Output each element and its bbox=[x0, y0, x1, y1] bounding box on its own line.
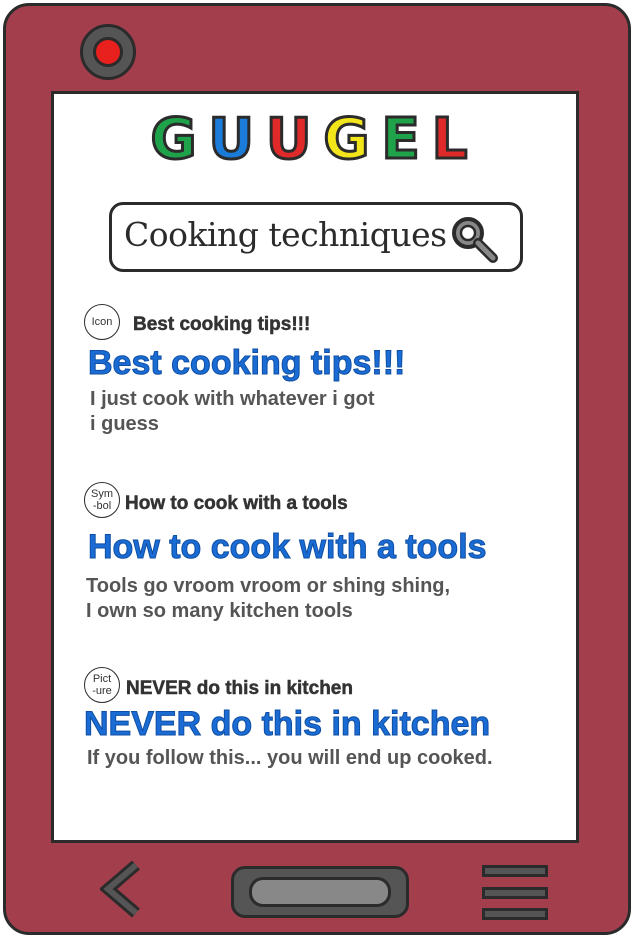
result-title-link[interactable]: NEVER do this in kitchen bbox=[83, 705, 490, 744]
camera-icon bbox=[80, 24, 136, 80]
result-favicon: Pict -ure bbox=[84, 667, 120, 703]
result-description-line: Tools go vroom vroom or shing shing, bbox=[86, 575, 451, 597]
logo-letter: L bbox=[430, 107, 480, 172]
search-input[interactable]: Cooking techniques bbox=[109, 202, 523, 272]
logo-letter: G bbox=[322, 107, 382, 172]
home-button-inner bbox=[249, 877, 391, 907]
result-title-link[interactable]: Best cooking tips!!! bbox=[87, 344, 405, 383]
result-site-name[interactable]: How to cook with a tools bbox=[125, 493, 348, 515]
menu-bar bbox=[482, 908, 548, 920]
menu-icon[interactable] bbox=[482, 865, 548, 921]
result-description: If you follow this... you will end up co… bbox=[87, 746, 493, 771]
logo-letter: U bbox=[207, 107, 267, 172]
browser-screen: GUUGEL Cooking techniques Icon Best cook… bbox=[51, 91, 579, 843]
result-description-line: If you follow this... you will end up co… bbox=[87, 747, 493, 769]
result-site-name[interactable]: NEVER do this in kitchen bbox=[126, 678, 353, 700]
logo-letter: U bbox=[265, 107, 324, 172]
result-description-line: i guess bbox=[90, 413, 159, 435]
result-title-link[interactable]: How to cook with a tools bbox=[88, 528, 488, 567]
result-favicon: Sym -bol bbox=[84, 482, 120, 518]
chevron-left-icon[interactable] bbox=[100, 860, 146, 918]
search-query[interactable]: Cooking techniques bbox=[124, 215, 447, 254]
result-description-line: I own so many kitchen tools bbox=[86, 600, 353, 622]
result-site-name[interactable]: Best cooking tips!!! bbox=[133, 314, 311, 336]
home-button[interactable] bbox=[231, 866, 409, 918]
camera-lens bbox=[93, 37, 123, 67]
logo-letter: G bbox=[149, 107, 209, 172]
menu-bar bbox=[482, 865, 548, 877]
result-description: Tools go vroom vroom or shing shing, I o… bbox=[86, 574, 450, 624]
result-favicon: Icon bbox=[84, 304, 120, 340]
result-description-line: I just cook with whatever i got bbox=[90, 388, 375, 410]
magnifier-icon[interactable] bbox=[448, 213, 500, 265]
menu-bar bbox=[482, 887, 548, 899]
logo-letter: E bbox=[380, 107, 432, 172]
result-description: I just cook with whatever i got i guess bbox=[90, 387, 374, 437]
search-engine-logo: GUUGEL bbox=[54, 107, 576, 172]
